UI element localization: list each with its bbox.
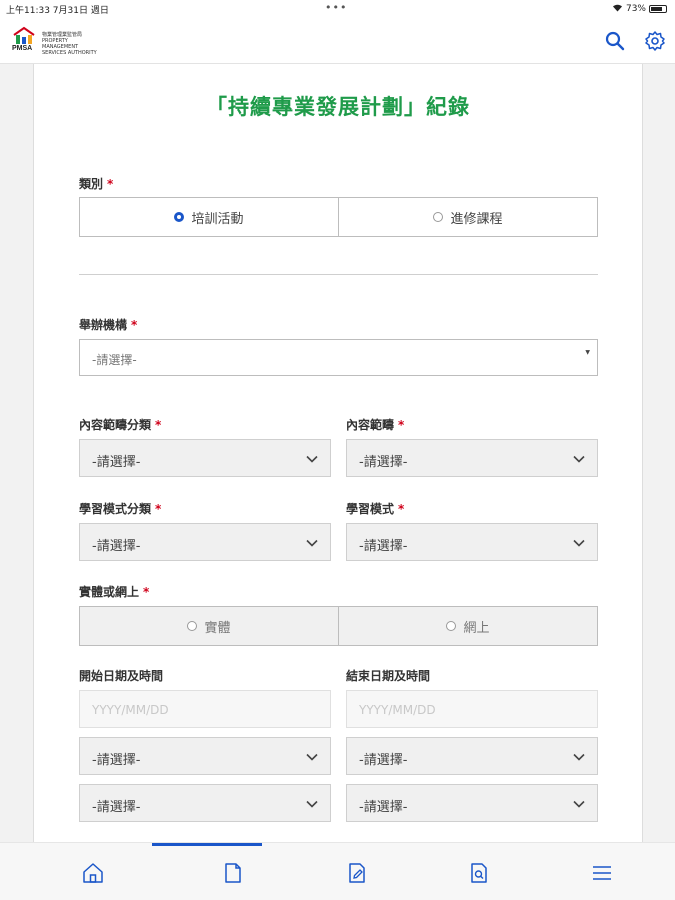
category-option-course[interactable]: 進修課程 — [338, 198, 597, 236]
chevron-down-icon — [573, 455, 585, 463]
radio-unselected-icon — [446, 621, 457, 631]
start-datetime-label: 開始日期及時間 — [79, 669, 164, 683]
start-hour-select[interactable]: -請選擇- — [79, 737, 331, 775]
mode-label: 學習模式 * — [346, 502, 405, 516]
caret-down-icon: ▼ — [585, 349, 590, 356]
chevron-down-icon — [306, 800, 318, 808]
end-date-input[interactable]: YYYY/MM/DD — [346, 690, 598, 728]
form-card: 「持續專業發展計劃」紀錄 類別 * 培訓活動 進修課程 舉辦機構 * -請選擇- ▼… — [33, 64, 643, 842]
category-segmented-control: 培訓活動 進修課程 — [79, 197, 598, 237]
logo-org-name: 物業管理業監管局 PROPERTY MANAGEMENT SERVICES AU… — [42, 32, 97, 56]
menu-icon[interactable] — [590, 861, 614, 885]
settings-icon[interactable] — [644, 30, 666, 52]
end-hour-select[interactable]: -請選擇- — [346, 737, 598, 775]
bottom-nav — [0, 842, 675, 900]
pmsa-logo[interactable]: PMSA 物業管理業監管局 PROPERTY MANAGEMENT SERVIC… — [12, 26, 102, 56]
end-minute-select[interactable]: -請選擇- — [346, 784, 598, 822]
search-document-icon[interactable] — [467, 861, 491, 885]
wifi-icon — [612, 3, 623, 15]
edit-document-icon[interactable] — [345, 861, 369, 885]
option-online[interactable]: 網上 — [338, 607, 597, 645]
content-scope-label: 內容範疇 * — [346, 418, 405, 432]
chevron-down-icon — [306, 455, 318, 463]
app-header: PMSA 物業管理業監管局 PROPERTY MANAGEMENT SERVIC… — [0, 18, 675, 64]
logo-abbr: PMSA — [12, 45, 33, 52]
radio-unselected-icon — [433, 212, 444, 222]
organizer-label: 舉辦機構 * — [79, 318, 138, 332]
chevron-down-icon — [306, 539, 318, 547]
page-title: 「持續專業發展計劃」紀錄 — [206, 95, 470, 119]
start-minute-select[interactable]: -請選擇- — [79, 784, 331, 822]
radio-selected-icon — [174, 212, 185, 222]
end-datetime-label: 結束日期及時間 — [346, 669, 431, 683]
physical-online-label: 實體或網上 * — [79, 585, 150, 599]
status-right: 73% — [612, 3, 667, 15]
chevron-down-icon — [573, 800, 585, 808]
chevron-down-icon — [573, 753, 585, 761]
search-icon[interactable] — [604, 30, 626, 52]
status-time-date: 上午11:33 7月31日 週日 — [6, 6, 109, 16]
battery-percent: 73% — [625, 4, 646, 14]
mode-category-label: 學習模式分類 * — [79, 502, 162, 516]
chevron-down-icon — [306, 753, 318, 761]
content-category-label: 內容範疇分類 * — [79, 418, 162, 432]
category-option-training[interactable]: 培訓活動 — [80, 198, 338, 236]
option-physical[interactable]: 實體 — [80, 607, 338, 645]
organizer-select[interactable]: -請選擇- ▼ — [79, 339, 598, 376]
home-icon[interactable] — [81, 861, 105, 885]
document-icon[interactable] — [221, 861, 245, 885]
house-logo-icon — [13, 26, 35, 44]
start-date-input[interactable]: YYYY/MM/DD — [79, 690, 331, 728]
multitask-dots[interactable]: ••• — [325, 1, 347, 14]
mode-category-select[interactable]: -請選擇- — [79, 523, 331, 561]
category-label: 類別 * — [79, 177, 114, 191]
divider — [79, 274, 598, 275]
battery-icon — [649, 5, 667, 13]
physical-online-segmented-control: 實體 網上 — [79, 606, 598, 646]
chevron-down-icon — [573, 539, 585, 547]
radio-unselected-icon — [187, 621, 198, 631]
status-bar: 上午11:33 7月31日 週日 ••• 73% — [0, 0, 675, 18]
mode-select[interactable]: -請選擇- — [346, 523, 598, 561]
active-tab-indicator — [152, 843, 262, 846]
content-scope-select[interactable]: -請選擇- — [346, 439, 598, 477]
content-category-select[interactable]: -請選擇- — [79, 439, 331, 477]
